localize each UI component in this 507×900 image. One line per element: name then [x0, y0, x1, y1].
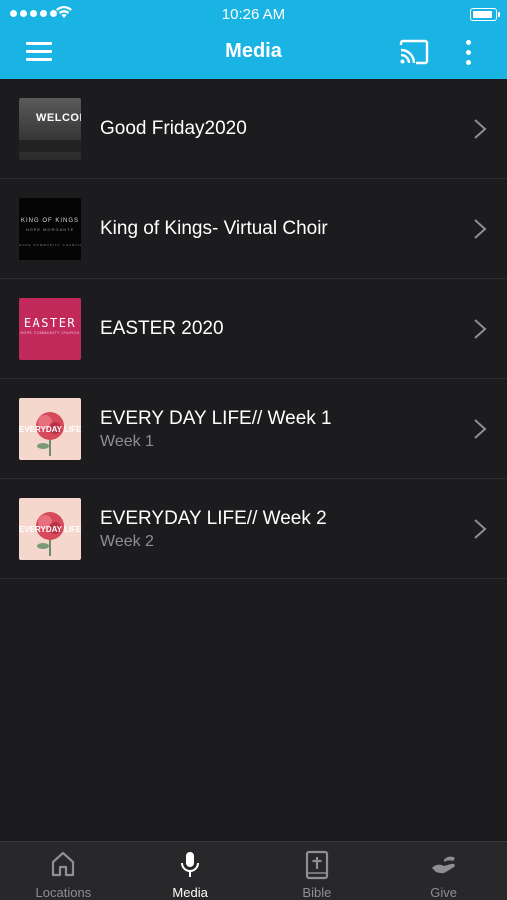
- status-time: 10:26 AM: [221, 6, 286, 23]
- nav-bar: Media: [0, 28, 507, 79]
- battery-icon: [470, 8, 500, 21]
- chevron-right-icon: [474, 219, 487, 239]
- tab-bar: Locations Media Bible Give: [0, 841, 507, 900]
- media-item-subtitle: Week 1: [100, 433, 154, 450]
- media-item-title: Good Friday2020: [100, 118, 247, 139]
- status-bar: 10:26 AM: [0, 0, 507, 28]
- bible-icon: [305, 850, 328, 880]
- home-icon: [52, 851, 75, 877]
- chevron-right-icon: [474, 319, 487, 339]
- media-list: WELCOME Good Friday2020 KING OF KINGS HO…: [0, 79, 507, 579]
- media-item-everyday-life-week-1[interactable]: EVERYDAY LIFE EVERY DAY LIFE// Week 1 We…: [0, 379, 507, 479]
- media-thumbnail: WELCOME: [19, 98, 81, 160]
- media-thumbnail: EASTER HOPE COMMUNITY CHURCH: [19, 298, 81, 360]
- chevron-right-icon: [474, 419, 487, 439]
- tab-media[interactable]: Media: [127, 842, 254, 900]
- media-item-subtitle: Week 2: [100, 533, 154, 550]
- microphone-icon: [181, 852, 200, 877]
- tab-locations[interactable]: Locations: [0, 842, 127, 900]
- media-item-king-of-kings[interactable]: KING OF KINGS HOPE MORGANTE HOPE COMMUNI…: [0, 179, 507, 279]
- media-item-title: EASTER 2020: [100, 318, 224, 339]
- cast-icon[interactable]: [398, 39, 430, 65]
- chevron-right-icon: [474, 519, 487, 539]
- page-title: Media: [225, 40, 282, 62]
- media-item-title: King of Kings- Virtual Choir: [100, 218, 328, 239]
- tab-give[interactable]: Give: [380, 842, 507, 900]
- chevron-right-icon: [474, 119, 487, 139]
- media-item-easter-2020[interactable]: EASTER HOPE COMMUNITY CHURCH EASTER 2020: [0, 279, 507, 379]
- media-item-everyday-life-week-2[interactable]: EVERYDAY LIFE EVERYDAY LIFE// Week 2 Wee…: [0, 479, 507, 579]
- media-item-title: EVERYDAY LIFE// Week 2: [100, 508, 327, 529]
- media-thumbnail: EVERYDAY LIFE: [19, 398, 81, 460]
- tab-bible[interactable]: Bible: [254, 842, 381, 900]
- media-thumbnail: KING OF KINGS HOPE MORGANTE HOPE COMMUNI…: [19, 198, 81, 260]
- more-options-icon[interactable]: [458, 38, 478, 68]
- give-hand-icon: [431, 856, 455, 874]
- media-thumbnail: EVERYDAY LIFE: [19, 498, 81, 560]
- media-item-good-friday-2020[interactable]: WELCOME Good Friday2020: [0, 79, 507, 179]
- top-bar: 10:26 AM Media: [0, 0, 507, 79]
- media-item-title: EVERY DAY LIFE// Week 1: [100, 408, 332, 429]
